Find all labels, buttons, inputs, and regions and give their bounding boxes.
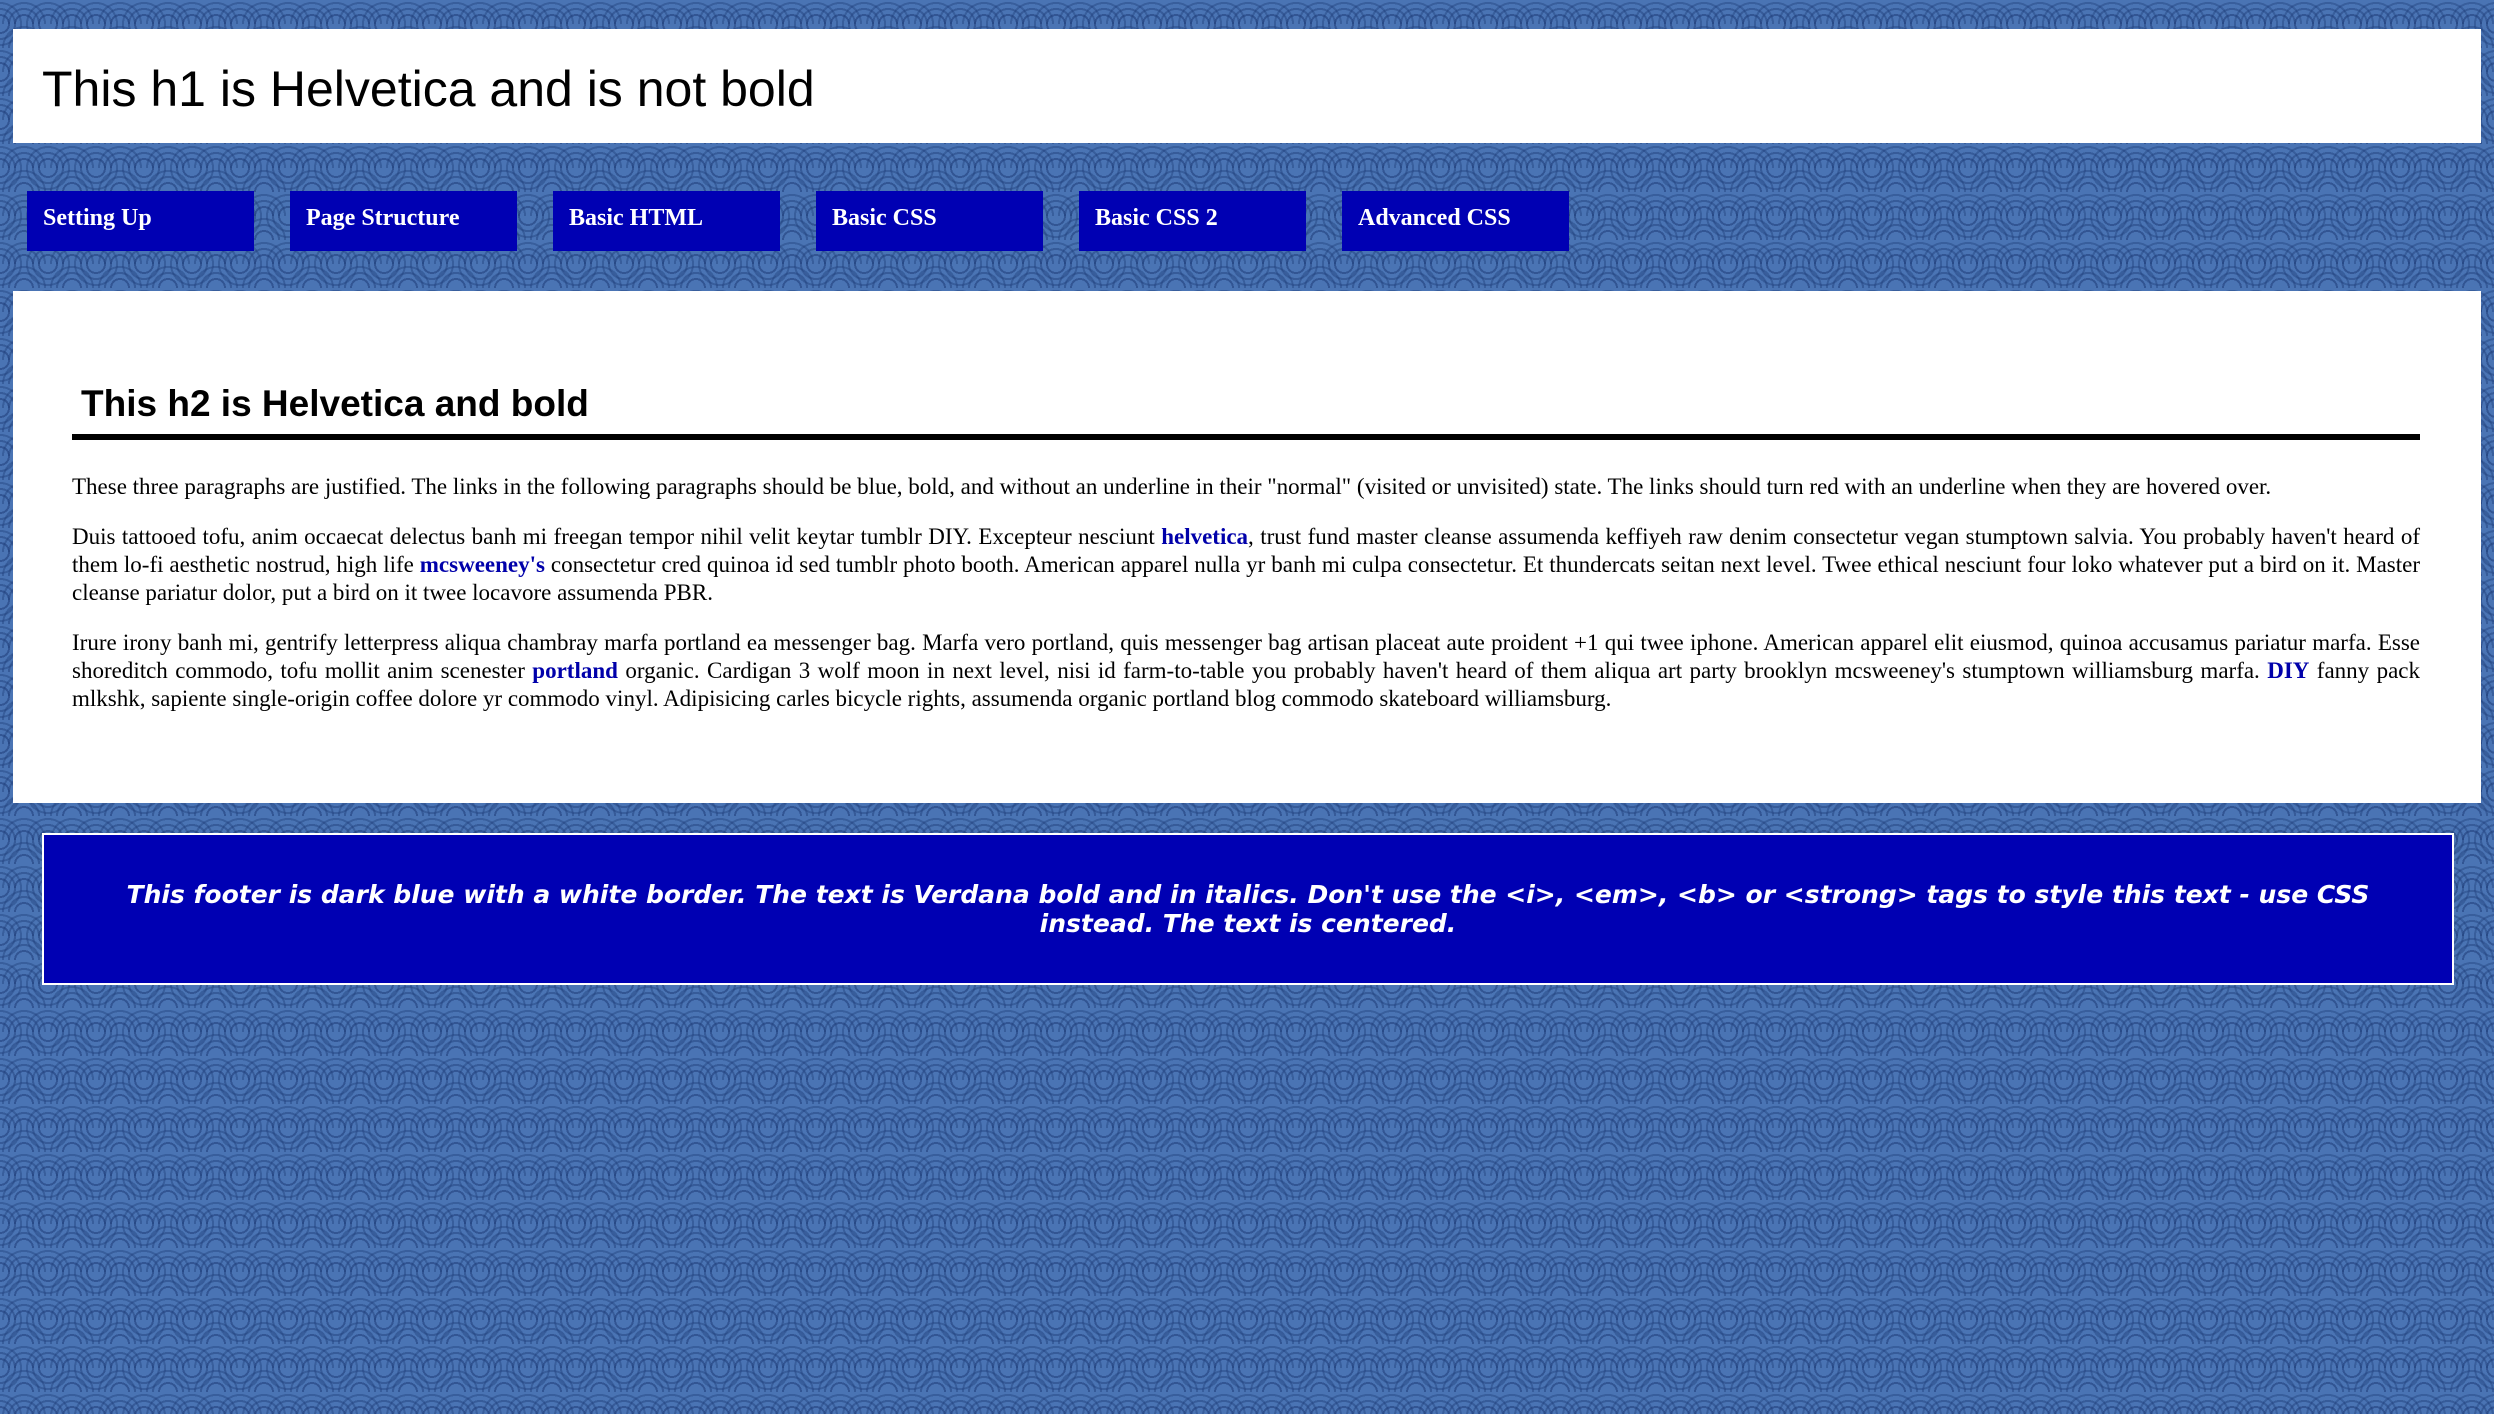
nav-item-advanced-css[interactable]: Advanced CSS bbox=[1342, 191, 1569, 251]
nav-item-page-structure[interactable]: Page Structure bbox=[290, 191, 517, 251]
paragraph-text: organic. Cardigan 3 wolf moon in next le… bbox=[617, 658, 2268, 683]
paragraph-2: Duis tattooed tofu, anim occaecat delect… bbox=[72, 523, 2420, 607]
nav-item-basic-css[interactable]: Basic CSS bbox=[816, 191, 1043, 251]
main-content: This h2 is Helvetica and bold These thre… bbox=[13, 291, 2481, 803]
link-mcsweeneys[interactable]: mcsweeney's bbox=[420, 552, 545, 577]
page-title: This h1 is Helvetica and is not bold bbox=[42, 61, 815, 117]
link-helvetica[interactable]: helvetica bbox=[1161, 524, 1248, 549]
nav-item-setting-up[interactable]: Setting Up bbox=[27, 191, 254, 251]
link-diy[interactable]: DIY bbox=[2267, 658, 2309, 683]
page-footer: This footer is dark blue with a white bo… bbox=[42, 833, 2454, 985]
section-heading: This h2 is Helvetica and bold bbox=[72, 383, 2420, 440]
footer-text: This footer is dark blue with a white bo… bbox=[126, 880, 2370, 938]
paragraph-text: Duis tattooed tofu, anim occaecat delect… bbox=[72, 524, 1162, 549]
main-nav: Setting Up Page Structure Basic HTML Bas… bbox=[27, 191, 1605, 251]
page-header: This h1 is Helvetica and is not bold bbox=[13, 29, 2481, 143]
nav-item-basic-html[interactable]: Basic HTML bbox=[553, 191, 780, 251]
intro-paragraph: These three paragraphs are justified. Th… bbox=[72, 474, 2272, 499]
article-body: These three paragraphs are justified. Th… bbox=[72, 473, 2420, 735]
nav-item-basic-css-2[interactable]: Basic CSS 2 bbox=[1079, 191, 1306, 251]
paragraph-3: Irure irony banh mi, gentrify letterpres… bbox=[72, 629, 2420, 713]
link-portland[interactable]: portland bbox=[532, 658, 618, 683]
